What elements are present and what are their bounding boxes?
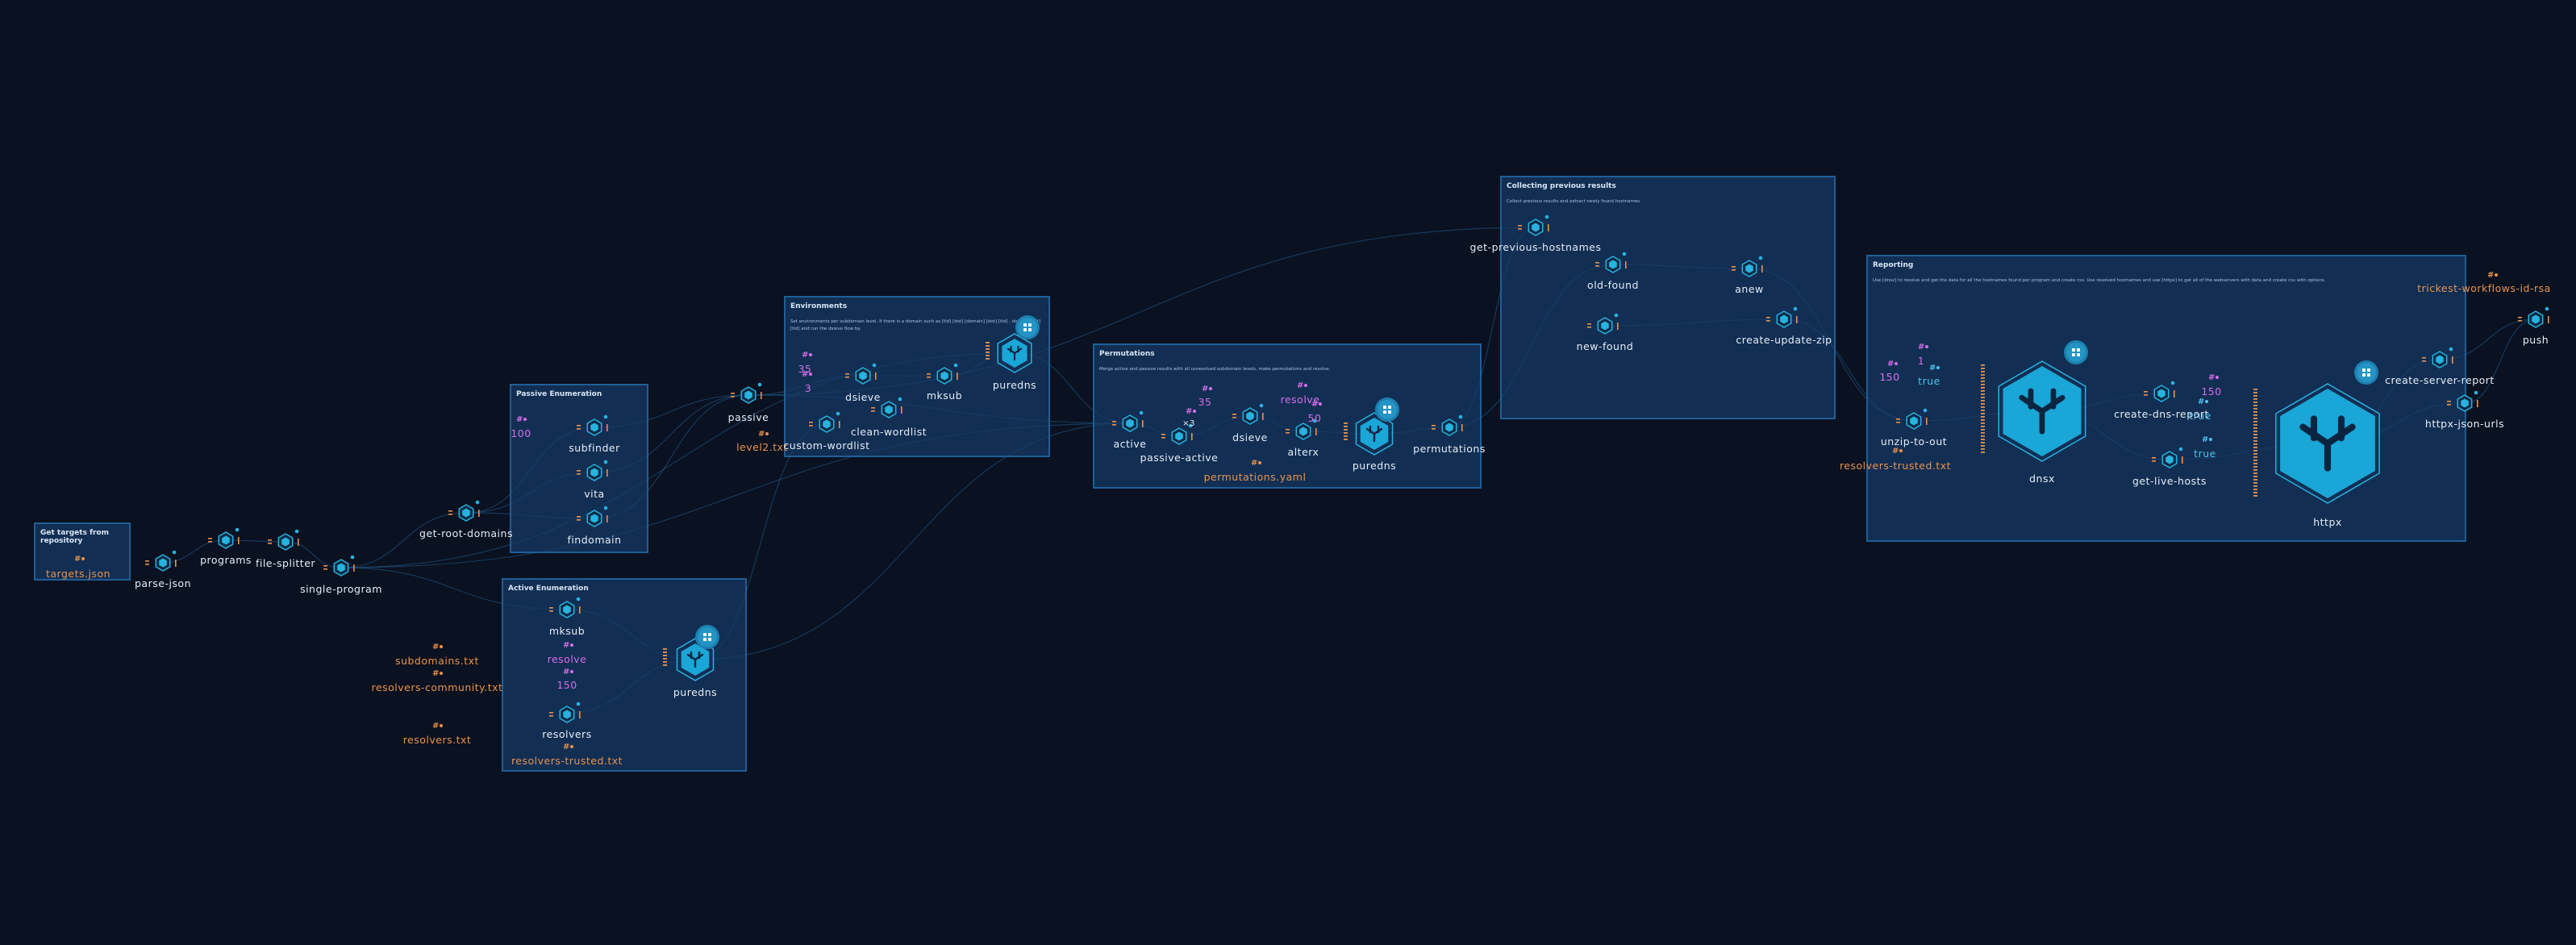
node-file-splitter[interactable]: file-splitter: [256, 557, 315, 569]
node-permutations-yaml[interactable]: permutations.yaml: [1204, 471, 1307, 483]
param-rep-true-b[interactable]: true: [2189, 410, 2211, 422]
param-active-150[interactable]: 150: [556, 679, 577, 691]
workflow-canvas[interactable]: Get targets from repository Passive Enum…: [0, 0, 2576, 945]
node-parse-json[interactable]: parse-json: [135, 577, 191, 589]
param-rep-1[interactable]: 1: [1918, 355, 1924, 367]
group-passive-enumeration[interactable]: Passive Enumeration: [510, 384, 648, 553]
node-findomain[interactable]: findomain: [567, 534, 621, 546]
node-get-live-hosts[interactable]: get-live-hosts: [2132, 475, 2207, 487]
param-rep-150a[interactable]: 150: [1879, 371, 1899, 383]
param-rep-150b[interactable]: 150: [2201, 385, 2221, 398]
group-title: Passive Enumeration: [516, 390, 602, 398]
node-subfinder[interactable]: subfinder: [569, 442, 619, 454]
group-title: Active Enumeration: [508, 585, 589, 593]
node-mksub-env[interactable]: mksub: [927, 389, 962, 402]
group-description: Collect previous results and extract new…: [1507, 199, 1640, 204]
node-dnsx[interactable]: dnsx: [2029, 472, 2055, 485]
param-env-35[interactable]: 35: [798, 363, 812, 375]
node-programs[interactable]: programs: [200, 554, 252, 566]
node-puredns-active[interactable]: puredns: [673, 686, 717, 698]
node-httpx[interactable]: httpx: [2313, 516, 2342, 528]
node-clean-wordlist[interactable]: clean-wordlist: [851, 426, 927, 438]
node-mksub-active[interactable]: mksub: [549, 625, 585, 637]
param-resolve-perm[interactable]: resolve: [1281, 393, 1320, 406]
node-get-root-domains[interactable]: get-root-domains: [419, 527, 513, 539]
node-level2-txt[interactable]: level2.txt: [736, 441, 788, 453]
node-resolvers[interactable]: resolvers: [542, 728, 591, 740]
group-description: Use [dnsx] to resolve and get the data f…: [1873, 278, 2326, 283]
node-custom-wordlist[interactable]: custom-wordlist: [783, 439, 869, 452]
edge-16: [694, 423, 1131, 660]
param-perm-x3[interactable]: ×3: [1182, 419, 1195, 428]
node-trickest-workflows-id-rsa[interactable]: trickest-workflows-id-rsa: [2417, 282, 2551, 294]
group-description: Merge active and passive results with al…: [1099, 367, 1331, 372]
node-httpx-json-urls[interactable]: httpx-json-urls: [2425, 418, 2504, 430]
node-get-previous-hostnames[interactable]: get-previous-hostnames: [1470, 241, 1602, 253]
group-reporting[interactable]: Reporting Use [dnsx] to resolve and get …: [1866, 255, 2466, 542]
group-permutations[interactable]: Permutations Merge active and passive re…: [1093, 343, 1482, 489]
node-resolvers-txt[interactable]: resolvers.txt: [403, 734, 472, 746]
node-passive-active[interactable]: passive-active: [1140, 452, 1219, 464]
node-single-program[interactable]: single-program: [300, 583, 382, 595]
param-perm-35[interactable]: 35: [1198, 396, 1212, 408]
node-puredns-perm[interactable]: puredns: [1353, 460, 1396, 472]
edge-1: [225, 539, 286, 543]
node-create-server-report[interactable]: create-server-report: [2385, 374, 2495, 386]
node-resolvers-trusted-rep[interactable]: resolvers-trusted.txt: [1840, 460, 1951, 472]
param-rep-true-a[interactable]: true: [1918, 375, 1940, 387]
node-resolvers-community-txt[interactable]: resolvers-community.txt: [372, 681, 503, 693]
node-dsieve-env[interactable]: dsieve: [845, 391, 881, 403]
edge-37: [2464, 318, 2536, 404]
group-title: Get targets from repository: [40, 529, 109, 545]
param-perm-50[interactable]: 50: [1308, 412, 1322, 424]
param-env-3[interactable]: 3: [805, 382, 811, 394]
group-title: Reporting: [1873, 261, 1914, 269]
group-description: Set environments per subdomain level. If…: [790, 319, 1041, 331]
group-collecting-previous[interactable]: Collecting previous results Collect prev…: [1500, 176, 1836, 419]
group-title: Environments: [790, 302, 848, 310]
node-permutations[interactable]: permutations: [1413, 443, 1486, 455]
group-title: Collecting previous results: [1507, 182, 1616, 190]
node-new-found[interactable]: new-found: [1577, 340, 1634, 352]
group-active-enumeration[interactable]: Active Enumeration: [502, 578, 747, 772]
node-passive[interactable]: passive: [728, 411, 769, 423]
node-dsieve-perm[interactable]: dsieve: [1232, 431, 1268, 443]
node-puredns-env[interactable]: puredns: [993, 379, 1036, 391]
node-unzip-to-out[interactable]: unzip-to-out: [1881, 435, 1947, 448]
node-vita[interactable]: vita: [584, 488, 604, 500]
param-passive-100[interactable]: 100: [511, 427, 531, 439]
node-active[interactable]: active: [1114, 438, 1147, 450]
node-old-found[interactable]: old-found: [1587, 279, 1639, 291]
node-subdomains-txt[interactable]: subdomains.txt: [395, 655, 479, 667]
param-resolve-active[interactable]: resolve: [548, 653, 587, 665]
node-anew[interactable]: anew: [1735, 283, 1764, 295]
node-create-update-zip[interactable]: create-update-zip: [1736, 334, 1832, 346]
group-title: Permutations: [1099, 350, 1155, 358]
node-push[interactable]: push: [2523, 334, 2549, 346]
param-rep-true-c[interactable]: true: [2194, 448, 2216, 460]
node-alterx[interactable]: alterx: [1288, 446, 1319, 458]
node-resolvers-trusted-active[interactable]: resolvers-trusted.txt: [511, 755, 623, 767]
node-targets-json[interactable]: targets.json: [46, 568, 110, 580]
